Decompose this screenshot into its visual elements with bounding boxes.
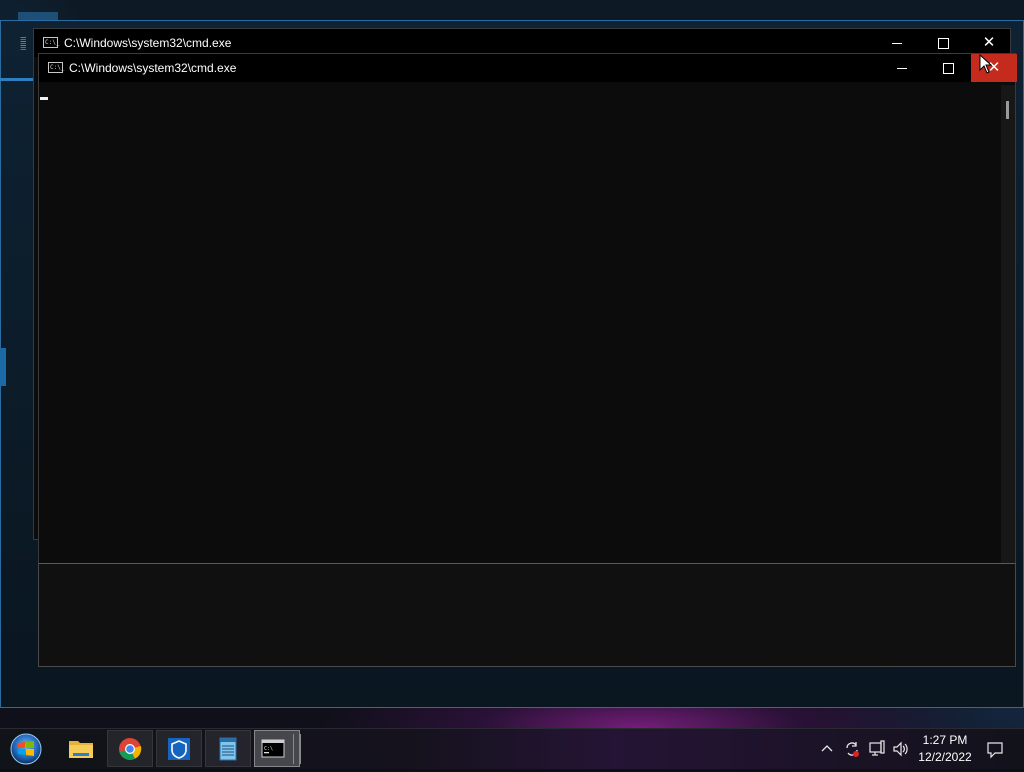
windows-start-icon: [10, 733, 42, 765]
chevron-up-icon[interactable]: [820, 742, 834, 756]
maximize-icon: [942, 63, 954, 75]
background-window-highlight: [0, 78, 36, 81]
minimize-icon: [892, 43, 902, 45]
folder-icon: [69, 741, 93, 758]
volume-icon[interactable]: [892, 740, 910, 758]
sync-icon[interactable]: [843, 740, 861, 758]
taskbar-file-explorer[interactable]: [58, 730, 104, 767]
svg-text:C:\: C:\: [264, 746, 273, 752]
mouse-pointer-icon: [979, 54, 993, 74]
window-title: C:\Windows\system32\cmd.exe: [69, 61, 237, 75]
console-output[interactable]: [40, 85, 1001, 563]
scrollbar-thumb[interactable]: [1006, 101, 1009, 119]
cmd-window-front-titlebar[interactable]: C:\_ C:\Windows\system32\cmd.exe ✕: [39, 54, 1017, 82]
system-clock[interactable]: 1:27 PM 12/2/2022: [912, 732, 978, 766]
shield-icon: [168, 738, 190, 760]
minimize-button[interactable]: [879, 54, 925, 82]
chrome-icon: [119, 738, 142, 760]
cmd-icon: C:\_: [48, 62, 65, 73]
clock-date: 12/2/2022: [918, 750, 972, 764]
taskbar: C:\ 1:27 PM 12/2/2022: [0, 728, 1024, 769]
maximize-button[interactable]: [925, 54, 971, 82]
network-icon[interactable]: [868, 740, 886, 758]
taskbar-windows-defender[interactable]: [156, 730, 202, 767]
start-button[interactable]: [8, 732, 44, 766]
cmd-window-front[interactable]: C:\_ C:\Windows\system32\cmd.exe ✕: [38, 53, 1017, 564]
taskbar-notepad[interactable]: [205, 730, 251, 767]
minimize-icon: [897, 68, 907, 70]
text-cursor: [40, 97, 48, 100]
maximize-icon: [937, 38, 949, 50]
notepad-icon: [219, 737, 237, 761]
taskbar-chrome[interactable]: [107, 730, 153, 767]
vertical-scrollbar[interactable]: [1001, 85, 1015, 563]
background-menu-icon: ≡ ≡ ≡: [20, 34, 27, 54]
system-tray: [816, 729, 916, 769]
close-button[interactable]: ✕: [971, 54, 1017, 82]
cmd-icon: C:\: [261, 739, 285, 758]
window-lower-frame: [38, 563, 1016, 667]
background-window-scroll-indicator: [0, 348, 6, 386]
window-title: C:\Windows\system32\cmd.exe: [64, 36, 232, 50]
notification-icon[interactable]: [986, 741, 1004, 759]
cmd-icon: C:\_: [43, 37, 60, 48]
clock-time: 1:27 PM: [922, 733, 968, 747]
taskbar-stack-edge: [293, 734, 301, 764]
close-icon: ✕: [982, 34, 996, 51]
